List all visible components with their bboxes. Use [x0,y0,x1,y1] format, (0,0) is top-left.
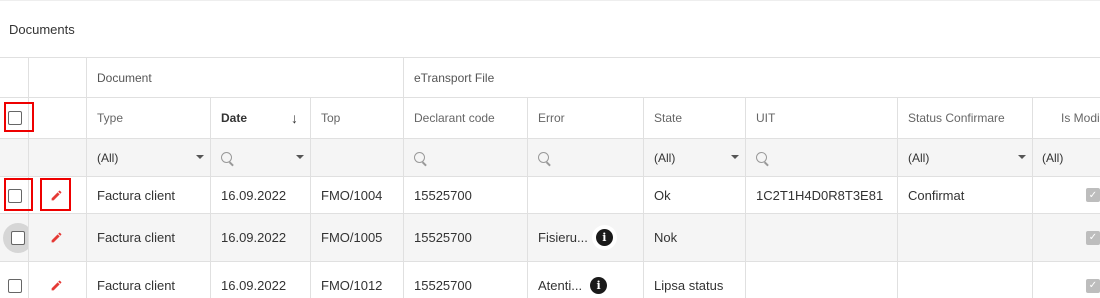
filter-date-input[interactable] [211,139,311,176]
col-header-error[interactable]: Error [528,98,644,138]
row-checkbox[interactable] [7,279,22,293]
row-actions-cell [29,262,87,298]
cell-status [898,262,1033,298]
table-row[interactable]: Factura client 16.09.2022 FMO/1004 15525… [0,177,1100,214]
disabled-checkbox-checked: ✓ [1086,278,1100,293]
info-icon[interactable]: i [590,277,608,294]
filter-top-input[interactable] [311,139,404,176]
page-header: Documents [0,0,1100,58]
edit-pencil-icon[interactable] [50,279,63,292]
filter-error-input[interactable] [528,139,644,176]
filter-spacer-actions [29,139,87,176]
cell-type: Factura client [87,177,211,213]
disabled-checkbox-checked: ✓ [1086,230,1100,245]
cell-top: FMO/1012 [311,262,404,298]
sort-descending-icon[interactable]: ↓ [291,110,298,126]
search-icon [756,152,767,163]
col-header-ismod[interactable]: Is Modi [1033,98,1100,138]
cell-ismod: ✓ [1033,262,1100,298]
cell-declarant: 15525700 [404,262,528,298]
cell-top: FMO/1004 [311,177,404,213]
filter-type-value: (All) [97,150,119,165]
filter-state-value: (All) [654,150,676,165]
column-header-row: Type Date ↓ Top Declarant code Error Sta… [0,98,1100,139]
highlight-box-select-all [4,102,34,132]
filter-uit-input[interactable] [746,139,898,176]
row-select-cell [0,262,29,298]
cell-uit [746,214,898,261]
band-spacer-actions [29,58,87,97]
filter-row: (All) (All) (All) (All) [0,139,1100,177]
cell-state: Nok [644,214,746,261]
row-actions-cell [29,214,87,261]
cell-top: FMO/1005 [311,214,404,261]
row-select-cell [0,214,29,261]
col-header-date[interactable]: Date ↓ [211,98,311,138]
cell-error [528,177,644,213]
col-header-date-label: Date [221,111,248,125]
cell-error-text: Fisieru... [538,230,588,245]
chevron-down-icon [196,155,204,159]
highlight-box-edit [40,178,71,211]
highlight-box-row-checkbox [4,178,33,211]
col-header-declarant[interactable]: Declarant code [404,98,528,138]
table-row[interactable]: Factura client 16.09.2022 FMO/1012 15525… [0,262,1100,298]
cell-state: Ok [644,177,746,213]
search-icon [414,152,425,163]
documents-grid: Document eTransport File Type Date ↓ Top… [0,58,1100,298]
band-document: Document [87,58,404,97]
col-header-status[interactable]: Status Confirmare [898,98,1033,138]
chevron-down-icon [1018,155,1026,159]
cell-error-text: Atenti... [538,278,583,293]
band-spacer-select [0,58,29,97]
filter-type-select[interactable]: (All) [87,139,211,176]
col-header-state[interactable]: State [644,98,746,138]
info-icon[interactable]: i [595,229,613,246]
filter-declarant-input[interactable] [404,139,528,176]
chevron-down-icon [296,155,304,159]
page-title: Documents [9,22,75,37]
cell-date: 16.09.2022 [211,177,311,213]
cell-error: Fisieru... i [528,214,644,261]
filter-state-select[interactable]: (All) [644,139,746,176]
col-header-top[interactable]: Top [311,98,404,138]
search-icon [538,152,549,163]
cell-declarant: 15525700 [404,214,528,261]
cell-type: Factura client [87,262,211,298]
filter-ismod-value: (All) [1042,150,1064,165]
band-header-row: Document eTransport File [0,58,1100,98]
cell-ismod: ✓ [1033,214,1100,261]
row-checkbox[interactable] [11,231,25,245]
cell-date: 16.09.2022 [211,214,311,261]
filter-status-select[interactable]: (All) [898,139,1033,176]
band-etransport: eTransport File [414,70,495,85]
cell-declarant: 15525700 [404,177,528,213]
col-header-uit[interactable]: UIT [746,98,898,138]
cell-date: 16.09.2022 [211,262,311,298]
table-row[interactable]: Factura client 16.09.2022 FMO/1005 15525… [0,214,1100,262]
cell-status: Confirmat [898,177,1033,213]
search-icon [221,152,232,163]
cell-uit [746,262,898,298]
disabled-checkbox-checked: ✓ [1086,188,1100,202]
filter-status-value: (All) [908,150,930,165]
filter-spacer-select [0,139,29,176]
filter-ismod-select[interactable]: (All) [1033,139,1100,176]
edit-pencil-icon[interactable] [50,231,63,244]
cell-type: Factura client [87,214,211,261]
col-header-type[interactable]: Type [87,98,211,138]
cell-uit: 1C2T1H4D0R8T3E81 [746,177,898,213]
chevron-down-icon [731,155,739,159]
cell-status [898,214,1033,261]
cell-error: Atenti... i [528,262,644,298]
cell-state: Lipsa status [644,262,746,298]
actions-header [29,98,87,138]
cell-ismod: ✓ [1033,177,1100,213]
